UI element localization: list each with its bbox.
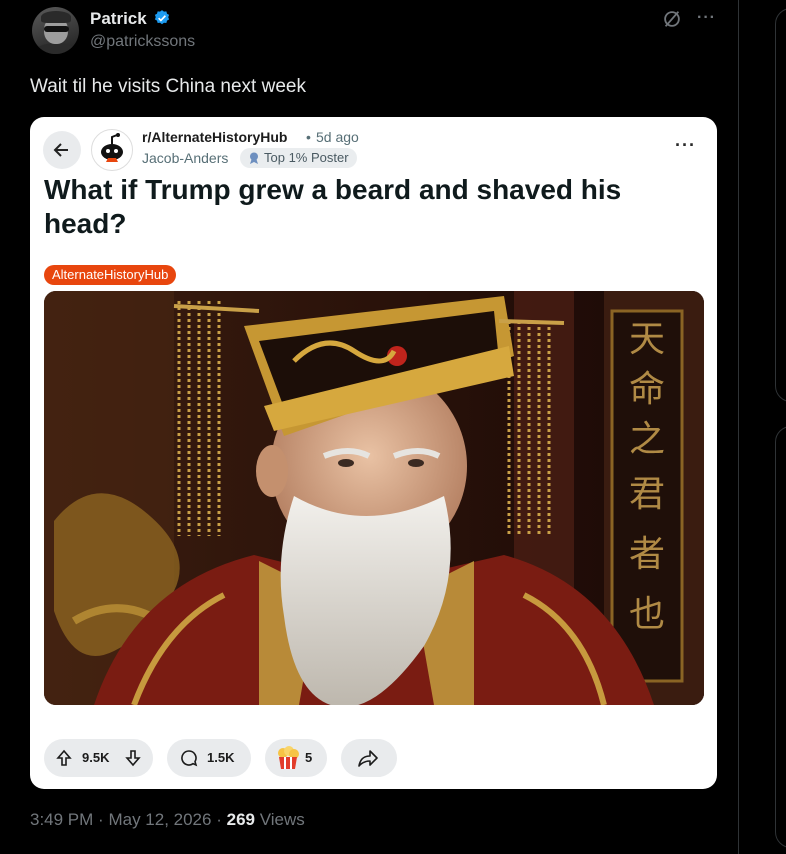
embedded-reddit-card[interactable]: r/AlternateHistoryHub • 5d ago Jacob-And… bbox=[30, 117, 717, 789]
svg-text:也: 也 bbox=[629, 594, 665, 635]
svg-text:者: 者 bbox=[629, 534, 665, 575]
subreddit-logo-icon bbox=[93, 131, 131, 169]
separator-dot: · bbox=[98, 810, 104, 829]
more-options-icon[interactable]: ··· bbox=[697, 9, 716, 27]
svg-text:君: 君 bbox=[629, 474, 665, 515]
award-count: 5 bbox=[305, 750, 313, 765]
sidebar-card bbox=[775, 426, 786, 848]
verified-badge-icon bbox=[154, 10, 170, 25]
awards-button[interactable]: 5 bbox=[265, 739, 327, 777]
separator-dot: · bbox=[216, 810, 222, 829]
post-options-icon[interactable]: ··· bbox=[675, 135, 696, 156]
view-count: 269 bbox=[226, 810, 255, 829]
tweet-date[interactable]: May 12, 2026 bbox=[108, 810, 211, 829]
post-time: 5d ago bbox=[316, 129, 359, 145]
arrow-left-icon bbox=[53, 143, 68, 157]
share-button[interactable] bbox=[341, 739, 397, 777]
share-arrow-icon bbox=[358, 750, 378, 767]
comments-button[interactable]: 1.5K bbox=[167, 739, 251, 777]
award-ribbon-icon bbox=[250, 152, 258, 164]
post-flair[interactable]: AlternateHistoryHub bbox=[44, 265, 177, 285]
upvote-count: 9.5K bbox=[82, 750, 110, 765]
comment-bubble-icon bbox=[181, 750, 198, 767]
grok-icon[interactable] bbox=[661, 8, 683, 30]
tweet-meta: 3:49 PM · May 12, 2026 · 269 Views bbox=[30, 810, 305, 830]
timeline-column-border bbox=[738, 0, 739, 854]
top-poster-badge: Top 1% Poster bbox=[240, 148, 357, 168]
post-author[interactable]: Jacob-Anders bbox=[142, 150, 228, 166]
author-handle[interactable]: @patrickssons bbox=[90, 33, 195, 51]
svg-text:命: 命 bbox=[629, 369, 665, 410]
back-button[interactable] bbox=[43, 131, 81, 169]
subreddit-avatar[interactable] bbox=[91, 129, 133, 171]
views-label: Views bbox=[259, 810, 305, 829]
svg-text:天: 天 bbox=[629, 319, 665, 360]
popcorn-award-icon bbox=[278, 746, 299, 769]
tweet-text: Wait til he visits China next week bbox=[30, 76, 306, 97]
badge-label: Top 1% Poster bbox=[264, 150, 349, 165]
post-title[interactable]: What if Trump grew a beard and shaved hi… bbox=[44, 173, 644, 241]
post-image[interactable]: 天 命 之 君 者 也 bbox=[44, 291, 704, 705]
tweet-time[interactable]: 3:49 PM bbox=[30, 810, 93, 829]
author-name[interactable]: Patrick bbox=[90, 9, 147, 29]
vote-bar: 9.5K bbox=[44, 739, 153, 777]
svg-text:之: 之 bbox=[629, 419, 665, 460]
sidebar-card bbox=[775, 8, 786, 402]
upvote-arrow-icon[interactable] bbox=[54, 748, 74, 768]
downvote-arrow-icon[interactable] bbox=[123, 748, 143, 768]
subreddit-name[interactable]: r/AlternateHistoryHub bbox=[142, 129, 287, 145]
separator-dot: • bbox=[306, 129, 311, 145]
comment-count: 1.5K bbox=[207, 750, 235, 765]
author-avatar[interactable] bbox=[32, 7, 79, 54]
emperor-portrait-image: 天 命 之 君 者 也 bbox=[44, 291, 704, 705]
